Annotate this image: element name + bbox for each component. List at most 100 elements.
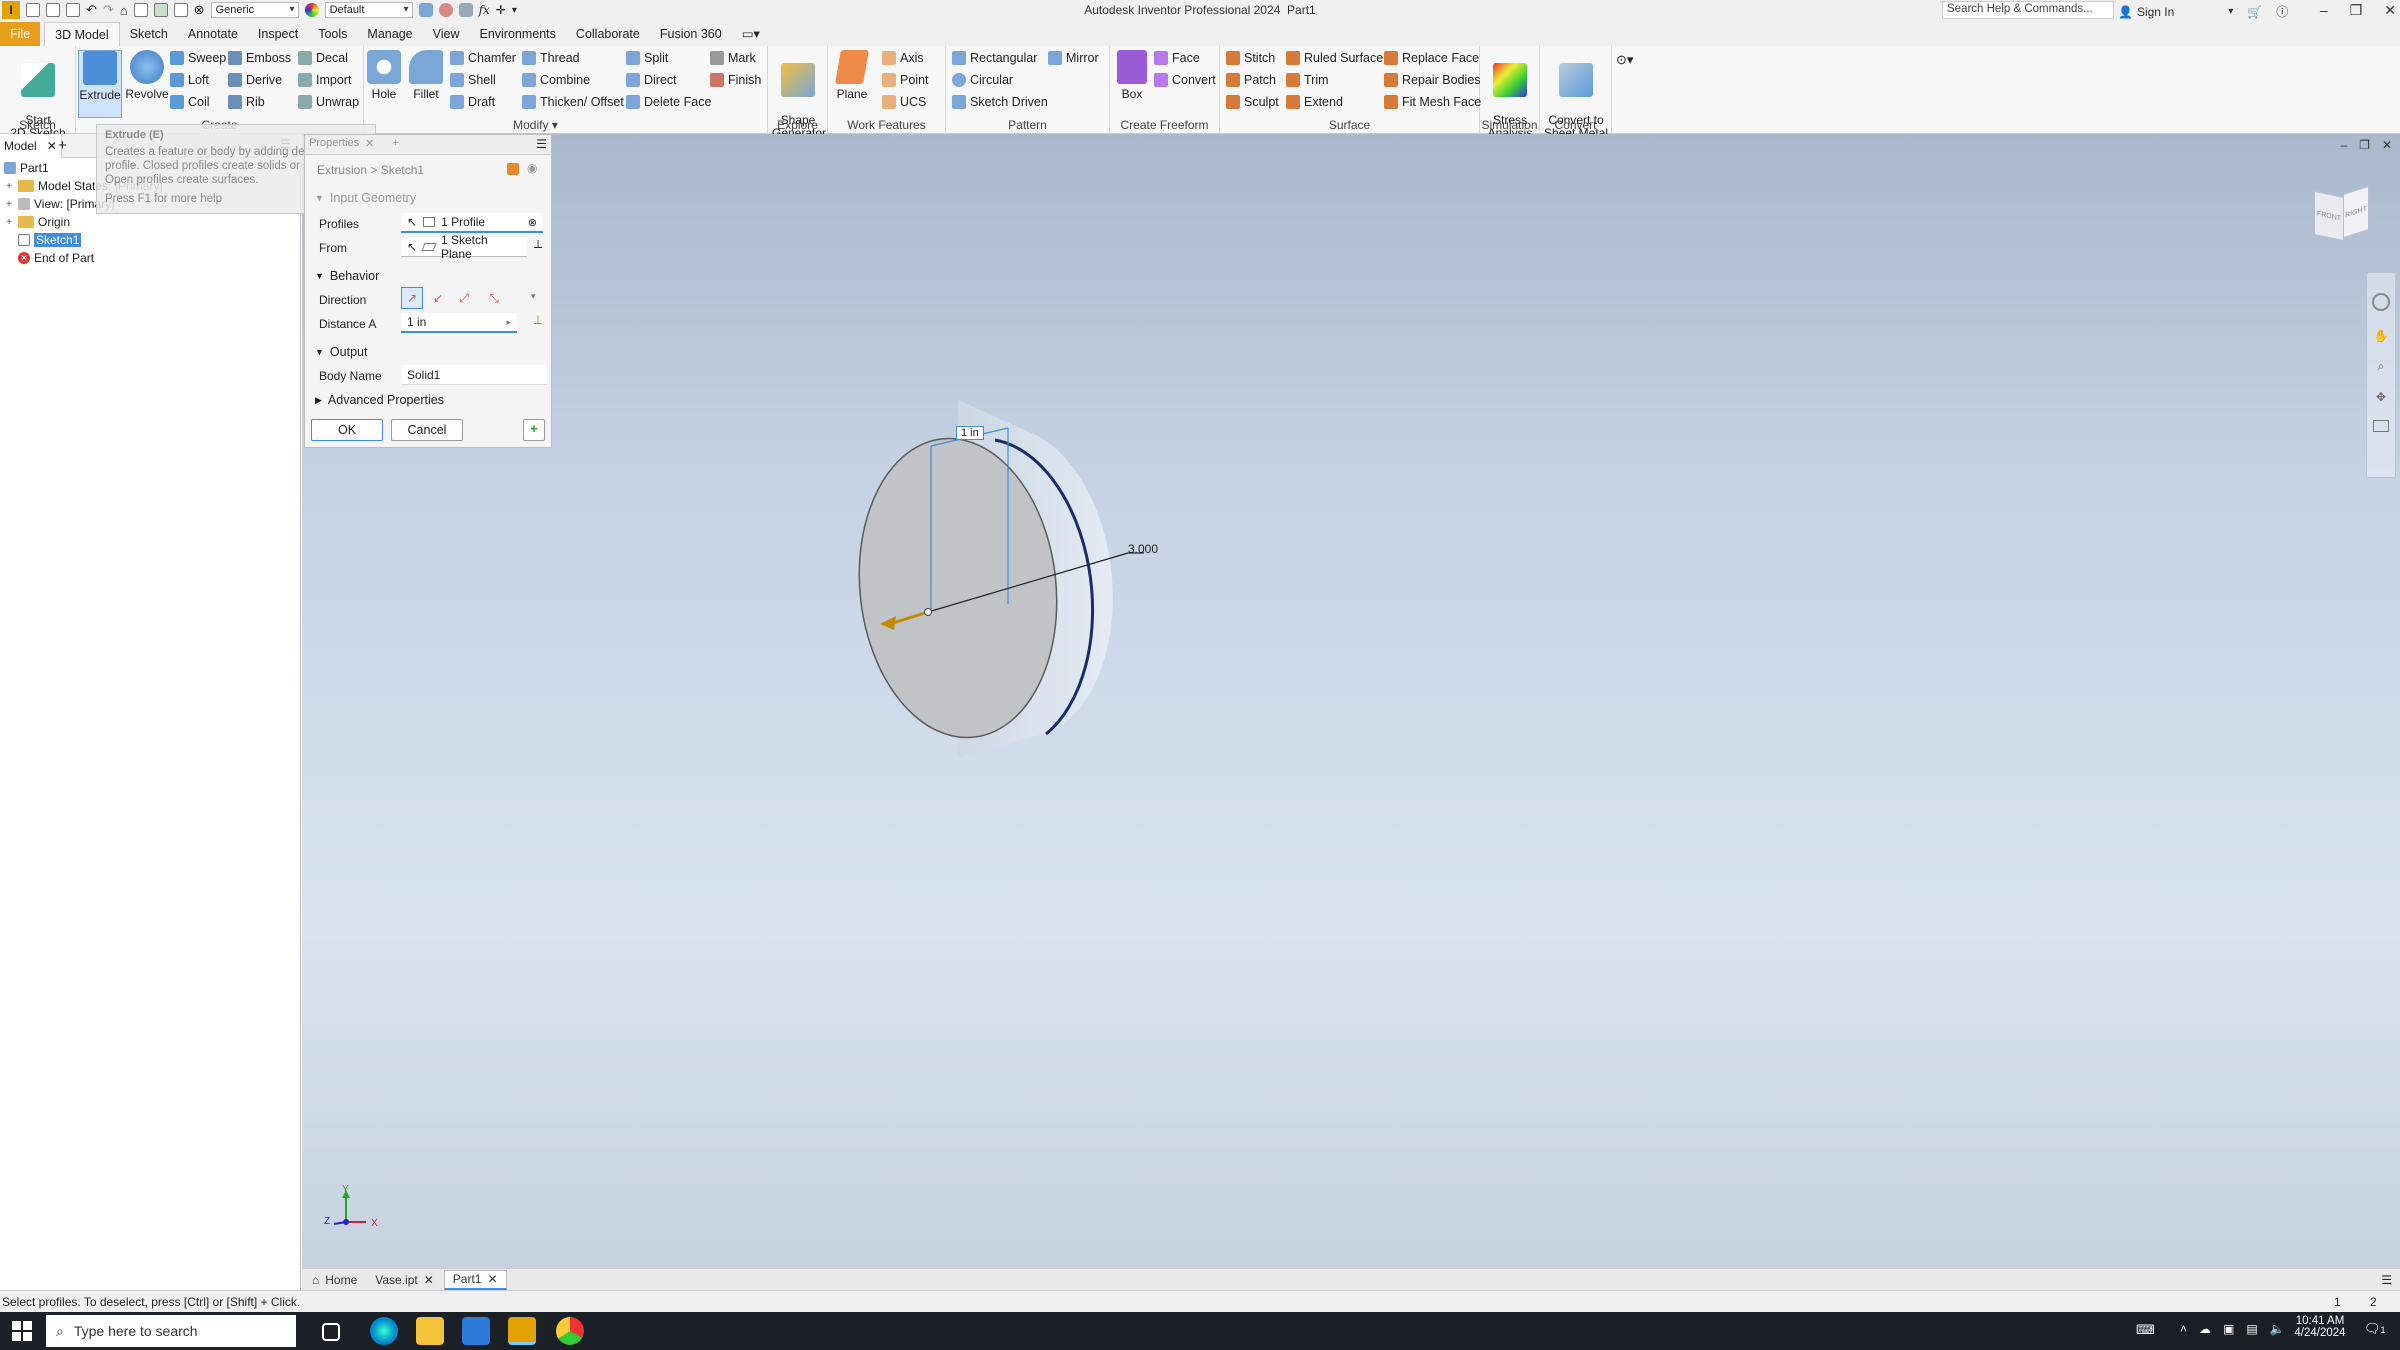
emboss-button[interactable]: Emboss [228,48,291,68]
circular-pattern-button[interactable]: Circular [952,70,1013,90]
draft-button[interactable]: Draft [450,92,495,112]
direction-symmetric-button[interactable]: ⤢ [453,287,475,309]
extrude-button[interactable]: Extrude [78,50,122,118]
replace-face-button[interactable]: Replace Face [1384,48,1479,68]
tab-annotate[interactable]: Annotate [178,22,248,46]
cloud-icon[interactable]: ☁ [2199,1322,2211,1336]
mirror-button[interactable]: Mirror [1048,48,1099,68]
ok-button[interactable]: OK [311,419,383,441]
convert-button[interactable]: Convert [1154,70,1216,90]
tab-properties[interactable]: Properties ✕ + [305,137,403,150]
tab-manage[interactable]: Manage [357,22,422,46]
trim-button[interactable]: Trim [1286,70,1329,90]
direction-default-button[interactable]: ↗ [401,287,423,309]
direct-button[interactable]: Direct [626,70,677,90]
section-output[interactable]: ▼ Output [315,345,367,359]
close-icon[interactable]: ✕ [47,139,57,153]
add-tab-icon[interactable]: + [392,137,398,150]
patch-button[interactable]: Patch [1226,70,1276,90]
close-icon[interactable]: ✕ [424,1273,434,1287]
decal-button[interactable]: Decal [298,48,348,68]
expand-icon[interactable]: + [4,181,14,192]
box-button[interactable]: Box [1112,50,1152,101]
section-advanced-properties[interactable]: ▶ Advanced Properties [315,393,444,407]
direction-asymmetric-button[interactable]: ⤡ [483,287,505,309]
body-name-input[interactable]: Solid1 [401,365,547,385]
plane-button[interactable]: Plane [832,50,872,101]
tray-chevron-icon[interactable]: ˄ [2180,1322,2187,1336]
minimize-icon[interactable]: – [2320,2,2328,18]
section-behavior[interactable]: ▼ Behavior [315,269,379,283]
tab-environments[interactable]: Environments [469,22,565,46]
thicken-offset-button[interactable]: Thicken/ Offset [522,92,624,112]
look-at-icon[interactable] [2373,420,2389,432]
chrome-icon[interactable] [556,1317,584,1345]
store-icon[interactable] [462,1317,490,1345]
rib-button[interactable]: Rib [228,92,265,112]
apply-add-button[interactable]: + [523,419,545,441]
tree-sketch1[interactable]: Sketch1 [18,231,82,249]
preset-icon[interactable] [507,163,519,175]
help-icon[interactable]: ⓘ [2276,3,2288,20]
coil-button[interactable]: Coil [170,92,210,112]
close-icon[interactable]: ✕ [2382,138,2392,152]
sculpt-button[interactable]: Sculpt [1226,92,1279,112]
panel-modify-label[interactable]: Modify ▾ [364,118,707,132]
doc-tab-home[interactable]: ⌂ Home [304,1270,365,1290]
split-button[interactable]: Split [626,48,668,68]
tree-end-of-part[interactable]: ✕ End of Part [18,249,94,267]
sweep-button[interactable]: Sweep [170,48,226,68]
expand-icon[interactable]: + [4,199,14,210]
repair-bodies-button[interactable]: Repair Bodies [1384,70,1481,90]
extend-button[interactable]: Extend [1286,92,1343,112]
close-icon[interactable]: ✕ [2384,2,2396,19]
tab-tools[interactable]: Tools [308,22,357,46]
rectangular-pattern-button[interactable]: Rectangular [952,48,1037,68]
tab-collaborate[interactable]: Collaborate [566,22,650,46]
file-explorer-icon[interactable] [416,1317,444,1345]
viewcube[interactable]: FRONT RIGHT [2310,185,2372,246]
notification-icon[interactable]: 🗨1 [2364,1321,2386,1337]
task-view-icon[interactable] [322,1323,340,1341]
viewcube-right[interactable]: RIGHT [2343,185,2369,239]
stitch-button[interactable]: Stitch [1226,48,1275,68]
network-icon[interactable]: ▤ [2246,1322,2257,1336]
extrude-preview[interactable] [845,400,1144,758]
zoom-icon[interactable]: ⌕ [2373,359,2389,374]
expand-icon[interactable]: + [4,217,14,228]
minimize-icon[interactable]: – [2340,138,2347,152]
tab-model[interactable]: Model ✕ [0,134,62,158]
help-search-input[interactable]: Search Help & Commands... [1942,1,2114,19]
fillet-button[interactable]: Fillet [404,50,448,101]
shell-button[interactable]: Shell [450,70,496,90]
thread-button[interactable]: Thread [522,48,580,68]
profiles-selector[interactable]: ↖ 1 Profile ⊗ [401,213,543,233]
steering-wheel-icon[interactable] [2372,293,2390,311]
face-button[interactable]: Face [1154,48,1200,68]
edge-icon[interactable] [370,1317,398,1345]
derive-button[interactable]: Derive [228,70,282,90]
volume-icon[interactable]: 🔈 [2270,1322,2285,1336]
unwrap-button[interactable]: Unwrap [298,92,359,112]
doc-tabs-menu-icon[interactable]: ☰ [2381,1273,2392,1287]
fit-mesh-face-button[interactable]: Fit Mesh Face [1384,92,1481,112]
sketch-driven-pattern-button[interactable]: Sketch Driven [952,92,1048,112]
graphics-viewport[interactable]: 1 in 3.000 FRONT RIGHT X Y Z – ❐ ✕ [302,134,2400,1268]
tray-app-icon[interactable]: ▣ [2223,1322,2234,1336]
cancel-button[interactable]: Cancel [391,419,463,441]
import-button[interactable]: Import [298,70,351,90]
doc-tab-vase[interactable]: Vase.ipt ✕ [367,1270,442,1290]
finish-button[interactable]: Finish [710,70,761,90]
direction-dropdown-icon[interactable]: ▾ [531,291,536,302]
sign-in-button[interactable]: 👤 Sign In ▾ 🛒 ⓘ [2118,3,2288,20]
hole-button[interactable]: Hole [364,50,404,101]
tab-file[interactable]: File [0,22,41,46]
cart-icon[interactable]: 🛒 [2247,5,2262,19]
distance-mode-icon[interactable]: ⊥ [529,313,547,333]
delete-face-button[interactable]: Delete Face [626,92,711,112]
tree-origin[interactable]: + Origin [4,213,70,231]
clock[interactable]: 10:41 AM 4/24/2024 [2290,1315,2350,1339]
combine-button[interactable]: Combine [522,70,590,90]
taskbar-search-input[interactable]: ⌕ Type here to search [46,1315,296,1347]
mark-button[interactable]: Mark [710,48,756,68]
